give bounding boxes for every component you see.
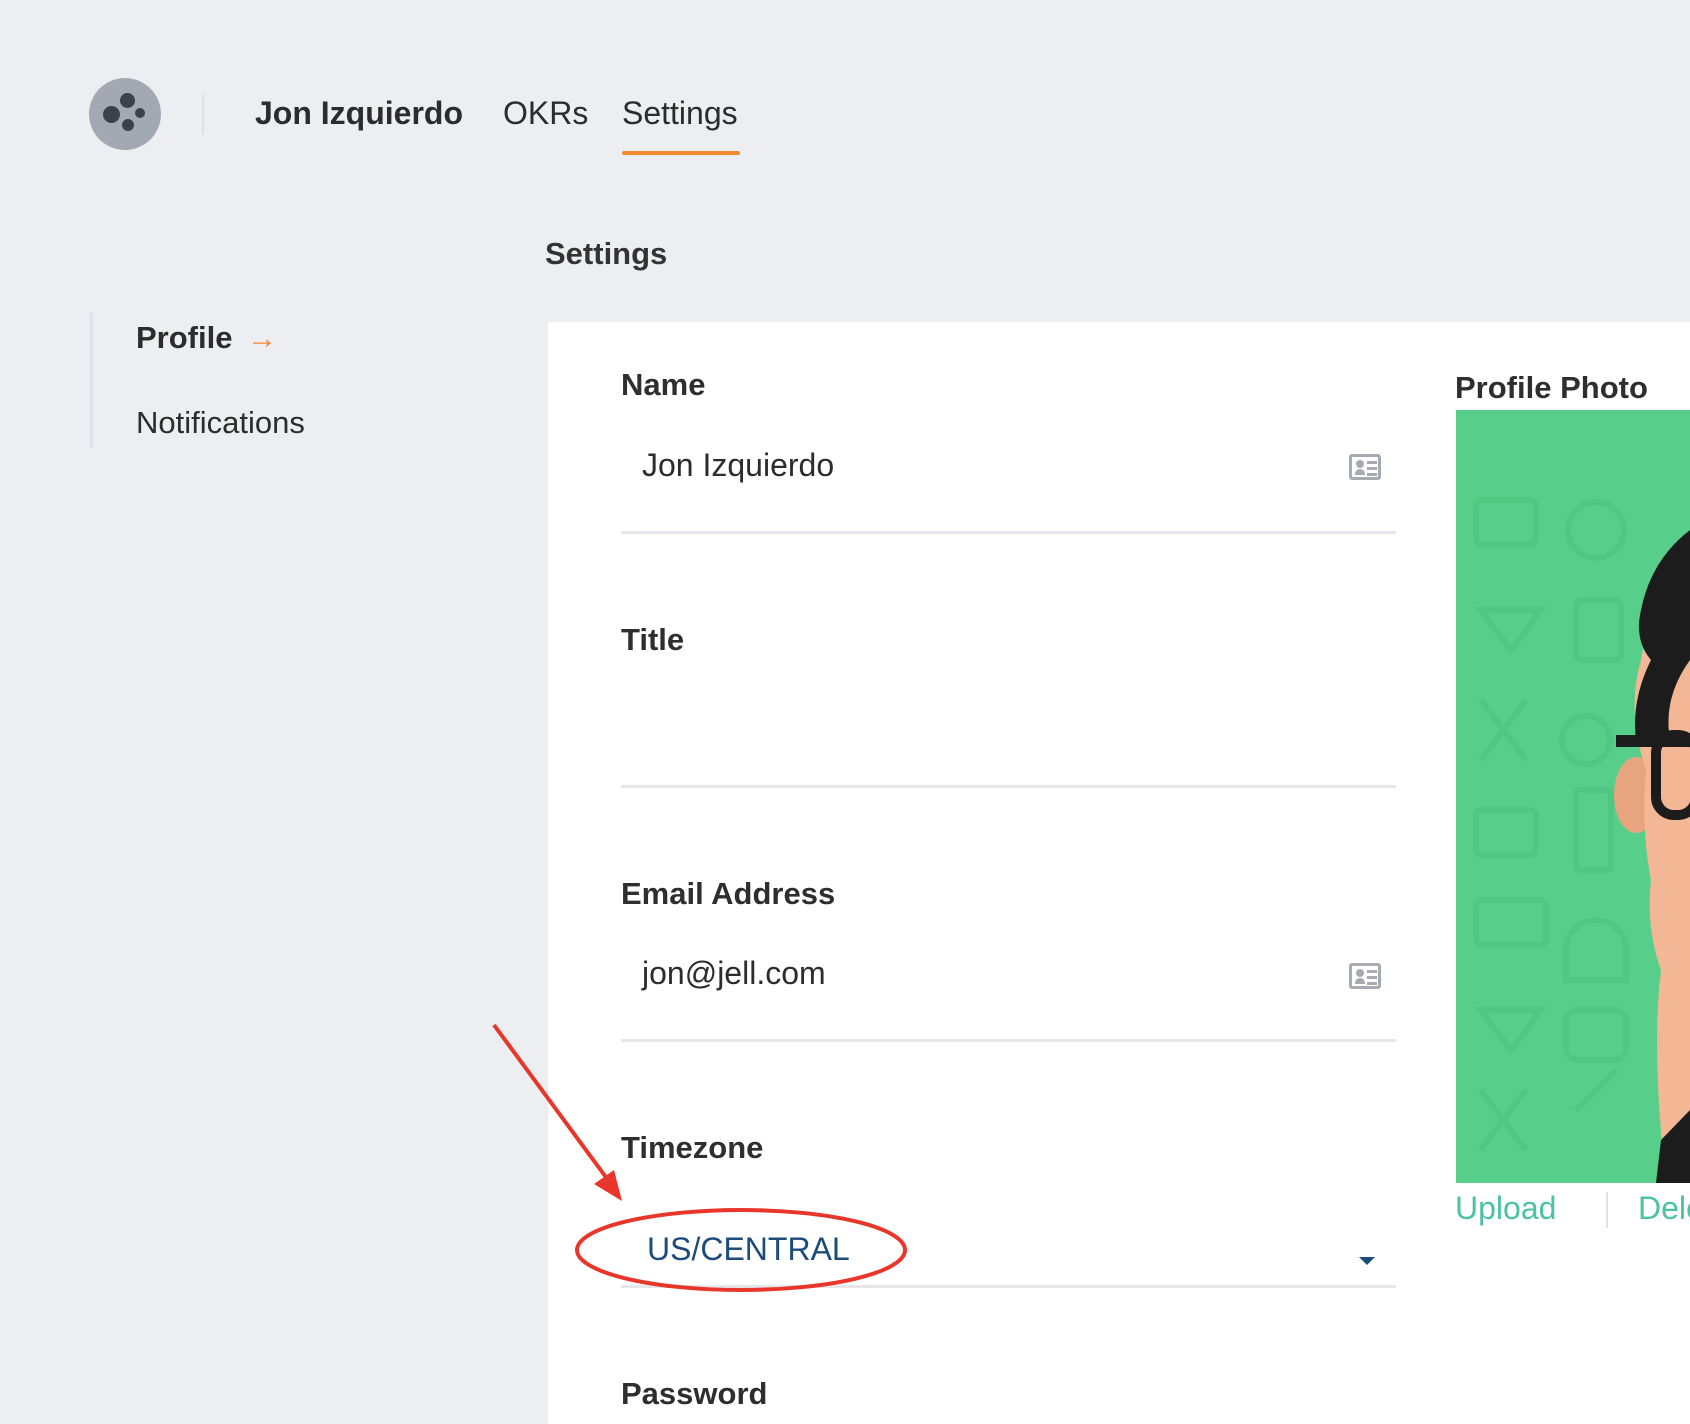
sidebar-item-notifications[interactable]: Notifications — [136, 405, 305, 441]
password-label: Password — [621, 1376, 768, 1411]
nav-item-okrs[interactable]: OKRs — [503, 93, 588, 133]
chevron-down-icon[interactable] — [1359, 1257, 1375, 1265]
email-underline — [621, 1039, 1396, 1042]
name-underline — [621, 531, 1396, 534]
timezone-underline — [621, 1285, 1396, 1288]
contact-card-icon[interactable] — [1349, 963, 1381, 989]
title-underline — [621, 785, 1396, 788]
title-label: Title — [621, 622, 685, 657]
timezone-label: Timezone — [621, 1130, 764, 1165]
nav-item-settings[interactable]: Settings — [622, 93, 738, 133]
sidebar-item-profile[interactable]: Profile — [136, 320, 232, 356]
delete-photo-link[interactable]: Dele — [1638, 1190, 1690, 1227]
sidebar-rail — [90, 313, 93, 448]
nav-divider — [202, 94, 204, 134]
active-arrow-icon: → — [247, 322, 277, 355]
settings-page: Jon Izquierdo OKRs Settings Settings Pro… — [0, 0, 1690, 1424]
timezone-select[interactable]: US/CENTRAL — [647, 1231, 850, 1268]
photo-link-divider — [1606, 1192, 1608, 1228]
contact-card-icon[interactable] — [1349, 454, 1381, 480]
email-field[interactable]: jon@jell.com — [642, 955, 826, 992]
email-label: Email Address — [621, 876, 836, 911]
name-label: Name — [621, 367, 706, 402]
avatar-illustration — [1473, 497, 1690, 1183]
profile-photo — [1456, 410, 1690, 1183]
profile-photo-label: Profile Photo — [1455, 370, 1648, 405]
name-field[interactable]: Jon Izquierdo — [642, 447, 834, 484]
upload-photo-link[interactable]: Upload — [1455, 1190, 1556, 1227]
app-logo-icon[interactable] — [89, 78, 161, 150]
nav-user-name[interactable]: Jon Izquierdo — [255, 93, 463, 133]
active-tab-indicator — [622, 151, 740, 155]
page-title: Settings — [545, 236, 668, 271]
